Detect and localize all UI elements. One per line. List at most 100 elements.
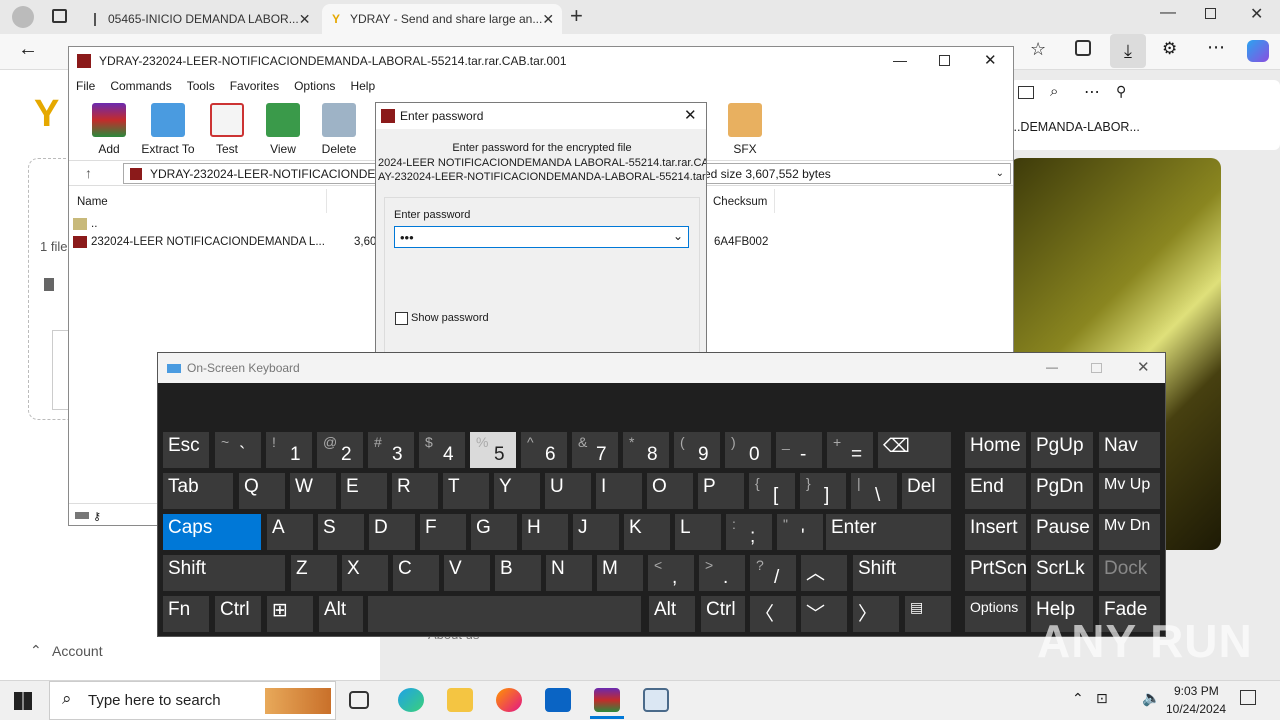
outlook-icon[interactable]: [545, 688, 571, 712]
key-7[interactable]: & 7: [571, 431, 619, 469]
key-x[interactable]: X: [341, 554, 389, 592]
key-insert[interactable]: Insert: [964, 513, 1027, 551]
menu-favorites[interactable]: Favorites: [230, 79, 279, 93]
key-windows[interactable]: ⊞: [266, 595, 314, 633]
key-down-arrow[interactable]: ﹀: [800, 595, 848, 633]
key-c[interactable]: C: [392, 554, 440, 592]
more-icon[interactable]: ⋯: [1207, 37, 1225, 58]
key-left-arrow[interactable]: 〈: [749, 595, 797, 633]
close-icon[interactable]: ✕: [299, 11, 311, 28]
key-z[interactable]: Z: [290, 554, 338, 592]
key-nav[interactable]: Nav: [1098, 431, 1161, 469]
key-home[interactable]: Home: [964, 431, 1027, 469]
key-1[interactable]: ! 1: [265, 431, 313, 469]
key-pause[interactable]: Pause: [1030, 513, 1094, 551]
delete-button[interactable]: Delete: [311, 97, 367, 157]
menu-options[interactable]: Options: [294, 79, 335, 93]
chevron-up-icon[interactable]: ⌃: [30, 642, 42, 659]
close-button[interactable]: ✕: [984, 51, 997, 69]
taskbar-search[interactable]: ⌕ Type here to search: [49, 681, 336, 720]
key-enter[interactable]: Enter: [825, 513, 952, 551]
test-button[interactable]: Test: [199, 97, 255, 157]
key-h[interactable]: H: [521, 513, 569, 551]
key-w[interactable]: W: [289, 472, 337, 510]
key-menu[interactable]: ▤: [904, 595, 952, 633]
chevron-down-icon[interactable]: ⌄: [996, 168, 1004, 179]
password-field[interactable]: ••• ⌄: [394, 226, 689, 248]
key-m[interactable]: M: [596, 554, 644, 592]
key-3[interactable]: #3: [367, 431, 415, 469]
key-5[interactable]: % 5: [469, 431, 517, 469]
osk-taskbar-icon[interactable]: [643, 688, 669, 712]
volume-icon[interactable]: 🔈: [1142, 689, 1161, 707]
profile-icon[interactable]: [12, 6, 34, 28]
key-u[interactable]: U: [544, 472, 592, 510]
sfx-button[interactable]: SFX: [717, 97, 773, 156]
close-button[interactable]: ✕: [1137, 358, 1150, 376]
key-punct[interactable]: | \: [850, 472, 898, 510]
key-right-arrow[interactable]: 〉: [852, 595, 900, 633]
tray-chevron-icon[interactable]: ⌃: [1072, 690, 1084, 707]
minimize-button[interactable]: —: [1046, 360, 1058, 374]
folder-icon[interactable]: [1018, 86, 1034, 99]
collections-icon[interactable]: [1075, 40, 1091, 56]
key-esc[interactable]: Esc: [162, 431, 210, 469]
search-icon[interactable]: ⌕: [1050, 83, 1058, 100]
key-`[interactable]: ~ `: [214, 431, 262, 469]
menu-file[interactable]: File: [76, 79, 95, 93]
key-ctrl-right[interactable]: Ctrl: [700, 595, 746, 633]
maximize-button[interactable]: [939, 55, 950, 66]
winrar-taskbar-icon[interactable]: [594, 688, 620, 712]
key-4[interactable]: $4: [418, 431, 466, 469]
key-dock[interactable]: Dock: [1098, 554, 1161, 592]
key-g[interactable]: G: [470, 513, 518, 551]
menu-tools[interactable]: Tools: [187, 79, 215, 93]
key-del[interactable]: Del: [901, 472, 952, 510]
key-=[interactable]: + =: [826, 431, 874, 469]
clock-time[interactable]: 9:03 PM: [1174, 684, 1219, 698]
key-punct[interactable]: ? /: [749, 554, 797, 592]
chevron-down-icon[interactable]: ⌄: [673, 229, 683, 243]
key-k[interactable]: K: [623, 513, 671, 551]
key-scrlk[interactable]: ScrLk: [1030, 554, 1094, 592]
key-punct[interactable]: :;: [725, 513, 773, 551]
key-pgup[interactable]: PgUp: [1030, 431, 1094, 469]
key-s[interactable]: S: [317, 513, 365, 551]
key-alt-right[interactable]: Alt: [648, 595, 696, 633]
key-fn[interactable]: Fn: [162, 595, 210, 633]
tab-demanda[interactable]: 05465-INICIO DEMANDA LABOR... ✕: [84, 4, 320, 34]
up-arrow-icon[interactable]: ↑: [85, 165, 92, 181]
clock-date[interactable]: 10/24/2024: [1166, 702, 1226, 716]
key-tab[interactable]: Tab: [162, 472, 234, 510]
key-e[interactable]: E: [340, 472, 388, 510]
key-t[interactable]: T: [442, 472, 490, 510]
close-button[interactable]: ✕: [684, 106, 697, 124]
key-punct[interactable]: " ': [776, 513, 824, 551]
key-9[interactable]: (9: [673, 431, 721, 469]
extensions-icon[interactable]: ⚙: [1162, 39, 1177, 59]
key-i[interactable]: I: [595, 472, 643, 510]
key-b[interactable]: B: [494, 554, 542, 592]
key-6[interactable]: ^ 6: [520, 431, 568, 469]
key-2[interactable]: @2: [316, 431, 364, 469]
key-caps[interactable]: Caps: [162, 513, 262, 551]
menu-commands[interactable]: Commands: [110, 79, 171, 93]
more-icon[interactable]: ⋯: [1084, 82, 1100, 102]
download-item[interactable]: ⌕ ⋯ ⚲ ...DEMANDA-LABOR...: [1010, 80, 1280, 150]
key-ctrl-left[interactable]: Ctrl: [214, 595, 262, 633]
key-mv-up[interactable]: Mv Up: [1098, 472, 1161, 510]
key-p[interactable]: P: [697, 472, 745, 510]
key-prtscn[interactable]: PrtScn: [964, 554, 1027, 592]
key-n[interactable]: N: [545, 554, 593, 592]
key-backspace[interactable]: ⌫: [877, 431, 952, 469]
firefox-icon[interactable]: [496, 688, 522, 712]
key-0[interactable]: ) 0: [724, 431, 772, 469]
minimize-button[interactable]: —: [1160, 4, 1176, 22]
key-space[interactable]: [367, 595, 642, 633]
back-icon[interactable]: ←: [18, 38, 38, 61]
key-options[interactable]: Options: [964, 595, 1027, 633]
notification-icon[interactable]: [1240, 690, 1256, 705]
key-up-arrow[interactable]: ︿: [800, 554, 848, 592]
extract-to-button[interactable]: Extract To: [137, 97, 199, 157]
key-v[interactable]: V: [443, 554, 491, 592]
